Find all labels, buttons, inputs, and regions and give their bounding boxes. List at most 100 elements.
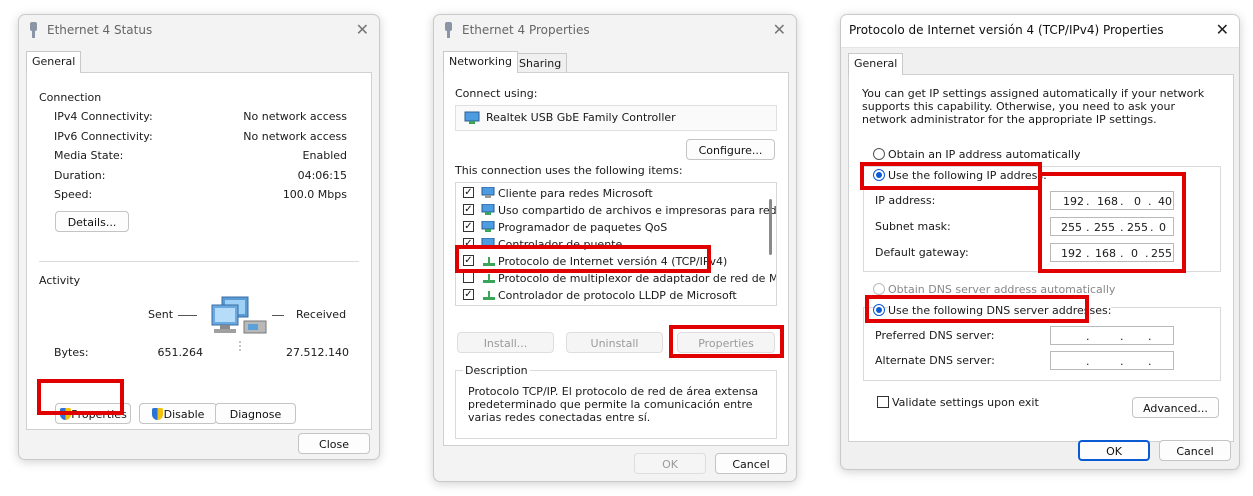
ip-address-label: IP address: (875, 194, 936, 207)
item-checkbox[interactable]: ✓ (463, 289, 474, 300)
media-state-value: Enabled (302, 149, 347, 162)
ok-button[interactable]: OK (634, 453, 706, 474)
ipv6-connectivity-label: IPv6 Connectivity: (54, 130, 153, 143)
connect-using-label: Connect using: (455, 87, 538, 100)
adapter-box: Realtek USB GbE Family Controller (455, 105, 777, 131)
client-icon (481, 187, 495, 198)
dot: . (1120, 330, 1124, 343)
activity-header: Activity (39, 274, 81, 287)
item-label: Programador de paquetes QoS (498, 221, 668, 234)
dot: . (1086, 330, 1090, 343)
item-label: Cliente para redes Microsoft (498, 187, 653, 200)
item-label: Uso compartido de archivos e impresoras … (498, 204, 777, 217)
window-title: Protocolo de Internet versión 4 (TCP/IPv… (849, 23, 1164, 37)
qos-icon (481, 221, 495, 232)
dot: . (1120, 355, 1124, 368)
ipv4-connectivity-label: IPv4 Connectivity: (54, 110, 153, 123)
subnet-mask-label: Subnet mask: (875, 220, 951, 233)
title-bar[interactable]: Protocolo de Internet versión 4 (TCP/IPv… (841, 15, 1239, 48)
items-label: This connection uses the following items… (455, 164, 683, 177)
item-checkbox[interactable]: ✓ (463, 187, 474, 198)
advanced-button[interactable]: Advanced... (1132, 397, 1219, 418)
general-panel: Connection IPv4 Connectivity: No network… (26, 72, 372, 430)
close-icon[interactable]: ✕ (356, 20, 369, 39)
ipv4-properties-window: Protocolo de Internet versión 4 (TCP/IPv… (840, 14, 1240, 470)
adapter-name: Realtek USB GbE Family Controller (486, 111, 676, 124)
gateway-label: Default gateway: (875, 246, 969, 259)
ok-button[interactable]: OK (1078, 440, 1150, 461)
window-title: Ethernet 4 Properties (462, 23, 590, 37)
ipv6-connectivity-value: No network access (243, 130, 347, 143)
ethernet-properties-window: Ethernet 4 Properties ✕ Networking Shari… (433, 14, 797, 482)
network-plug-icon (445, 22, 452, 38)
disable-button-label: Disable (163, 408, 205, 421)
list-item[interactable]: ✓ Programador de paquetes QoS (456, 219, 761, 236)
list-item[interactable]: ✓ Uso compartido de archivos e impresora… (456, 202, 776, 219)
duration-value: 04:06:15 (297, 169, 347, 182)
close-icon[interactable]: ✕ (1216, 20, 1229, 39)
item-label: Protocolo de multiplexor de adaptador de… (498, 272, 777, 285)
list-item[interactable]: ✓ Cliente para redes Microsoft (456, 185, 761, 202)
connection-header: Connection (39, 91, 102, 104)
highlight-use-dns (865, 295, 1089, 323)
highlight-properties (669, 325, 784, 358)
shield-icon (152, 408, 163, 420)
description-group: Description Protocolo TCP/IP. El protoco… (455, 364, 777, 439)
protocol-icon (483, 274, 495, 283)
network-adapter-icon (464, 111, 480, 124)
ethernet-status-window: Ethernet 4 Status ✕ General Connection I… (18, 14, 380, 460)
close-button[interactable]: Close (298, 433, 370, 454)
alternate-dns-field[interactable]: ... (1050, 351, 1174, 370)
preferred-dns-label: Preferred DNS server: (875, 329, 995, 342)
item-checkbox[interactable] (463, 272, 474, 283)
item-label: Controlador de protocolo LLDP de Microso… (498, 289, 737, 302)
received-label: Received (296, 308, 347, 321)
title-bar[interactable]: Ethernet 4 Properties ✕ (434, 15, 796, 45)
media-state-label: Media State: (54, 149, 124, 162)
item-checkbox[interactable]: ✓ (463, 204, 474, 215)
install-button[interactable]: Install... (457, 332, 554, 353)
configure-button[interactable]: Configure... (686, 139, 775, 160)
bytes-received-value: 27.512.140 (286, 346, 349, 359)
cancel-button[interactable]: Cancel (715, 453, 787, 474)
obtain-dns-auto-radio[interactable] (873, 283, 885, 295)
title-bar[interactable]: Ethernet 4 Status ✕ (19, 15, 379, 45)
obtain-ip-auto-radio[interactable] (873, 148, 885, 160)
list-item[interactable]: ✓ Controlador de protocolo LLDP de Micro… (456, 287, 761, 304)
sent-label: Sent (148, 308, 174, 321)
bytes-sent-value: 651.264 (157, 346, 204, 359)
intro-text: You can get IP settings assigned automat… (862, 87, 1205, 126)
tab-networking[interactable]: Networking (443, 51, 518, 73)
scrollbar[interactable] (769, 199, 772, 255)
close-icon[interactable]: ✕ (773, 20, 786, 39)
validate-checkbox[interactable] (877, 396, 889, 408)
dot: . (1148, 355, 1152, 368)
tab-general[interactable]: General (26, 51, 82, 73)
details-button[interactable]: Details... (55, 211, 129, 232)
tab-general[interactable]: General (848, 53, 904, 75)
dot: . (1086, 355, 1090, 368)
divider (39, 261, 359, 262)
diagnose-button[interactable]: Diagnose (215, 403, 296, 424)
tab-sharing[interactable]: Sharing (513, 53, 568, 73)
items-list: ✓ Cliente para redes Microsoft ✓ Uso com… (455, 182, 777, 306)
highlight-properties (37, 379, 124, 415)
file-sharing-icon (481, 204, 495, 215)
preferred-dns-field[interactable]: ... (1050, 326, 1174, 345)
validate-label[interactable]: Validate settings upon exit (892, 396, 1039, 409)
network-plug-icon (30, 22, 37, 38)
description-header: Description (463, 364, 530, 377)
highlight-tcpipv4 (455, 245, 711, 273)
uninstall-button[interactable]: Uninstall (566, 332, 663, 353)
ipv4-connectivity-value: No network access (243, 110, 347, 123)
dot: . (1148, 330, 1152, 343)
network-activity-icon (211, 296, 267, 353)
protocol-icon (483, 291, 495, 300)
disable-button[interactable]: Disable (139, 403, 217, 424)
cancel-button[interactable]: Cancel (1159, 440, 1231, 461)
window-title: Ethernet 4 Status (47, 23, 153, 37)
highlight-use-ip (860, 162, 1042, 190)
highlight-ip-fields (1038, 172, 1186, 273)
obtain-ip-auto-label[interactable]: Obtain an IP address automatically (888, 148, 1081, 161)
item-checkbox[interactable]: ✓ (463, 221, 474, 232)
